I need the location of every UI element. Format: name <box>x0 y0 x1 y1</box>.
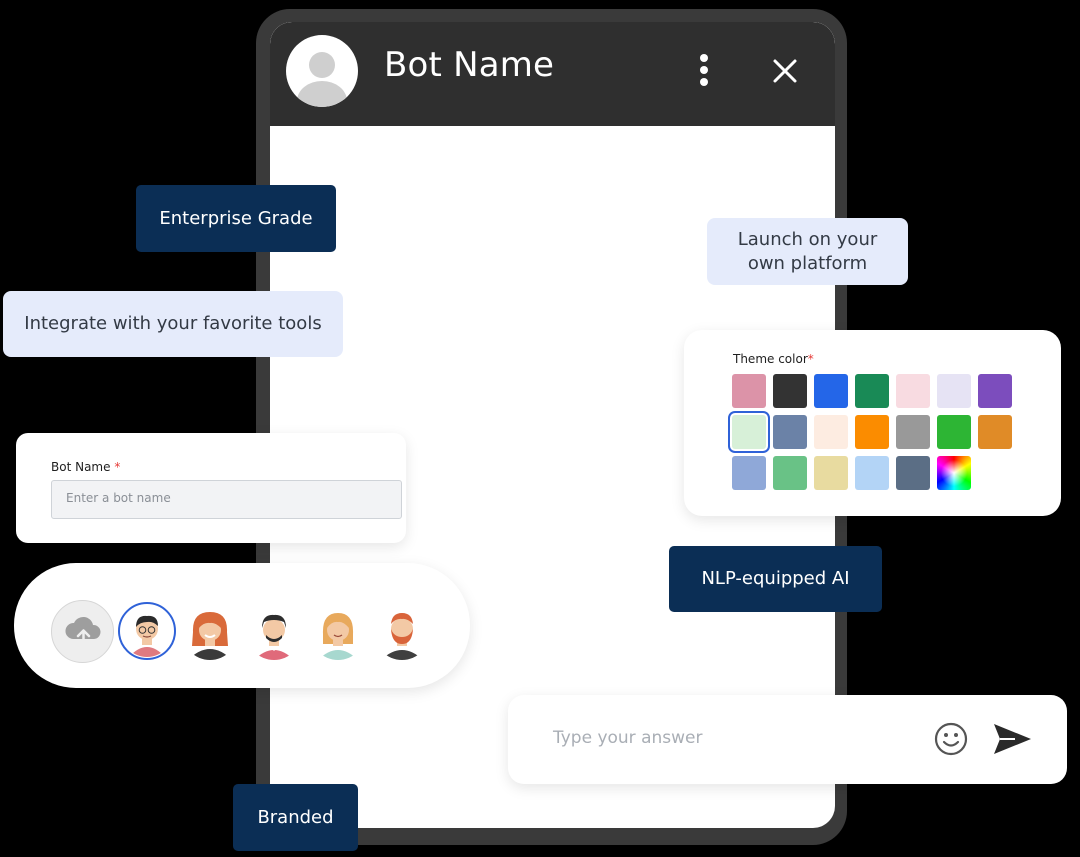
color-swatch[interactable] <box>855 374 889 408</box>
answer-input[interactable]: Type your answer <box>553 728 702 748</box>
color-swatch[interactable] <box>978 374 1012 408</box>
color-swatch[interactable] <box>773 415 807 449</box>
feature-chip-launch: Launch on your own platform <box>707 218 908 285</box>
color-swatch[interactable] <box>855 456 889 490</box>
bot-name-label-text: Bot Name <box>51 460 111 474</box>
send-icon[interactable] <box>991 721 1033 757</box>
color-swatch[interactable] <box>896 456 930 490</box>
avatar-woman-blonde-icon[interactable] <box>310 604 366 660</box>
feature-chip-integrate: Integrate with your favorite tools <box>3 291 343 357</box>
required-mark: * <box>114 460 121 474</box>
custom-color-swatch[interactable] <box>937 456 971 490</box>
color-swatch[interactable] <box>773 374 807 408</box>
color-swatch[interactable] <box>937 415 971 449</box>
theme-color-label: Theme color* <box>733 352 814 366</box>
feature-chip-nlp: NLP-equipped AI <box>669 546 882 612</box>
required-mark: * <box>807 352 814 366</box>
color-swatch[interactable] <box>855 415 889 449</box>
feature-chip-branded: Branded <box>233 784 358 851</box>
theme-color-card: Theme color* <box>684 330 1061 516</box>
bot-avatar-icon <box>286 35 358 107</box>
color-swatch[interactable] <box>732 456 766 490</box>
color-swatch[interactable] <box>896 415 930 449</box>
avatar-picker-card <box>14 563 470 688</box>
feature-chip-enterprise: Enterprise Grade <box>136 185 336 252</box>
color-swatch[interactable] <box>978 415 1012 449</box>
close-icon[interactable] <box>770 56 800 86</box>
theme-color-label-text: Theme color <box>733 352 808 366</box>
color-swatch[interactable] <box>814 456 848 490</box>
avatar-man-beard-icon[interactable] <box>374 604 430 660</box>
color-swatch[interactable] <box>896 374 930 408</box>
kebab-menu-icon[interactable] <box>692 52 716 88</box>
color-swatch[interactable] <box>732 415 766 449</box>
color-swatch[interactable] <box>773 456 807 490</box>
answer-input-bar: Type your answer <box>508 695 1067 784</box>
chat-header: Bot Name <box>270 22 835 126</box>
color-swatch[interactable] <box>937 374 971 408</box>
avatar-man-glasses-icon[interactable] <box>121 605 173 657</box>
cloud-upload-icon[interactable] <box>51 600 114 663</box>
color-swatch[interactable] <box>732 374 766 408</box>
emoji-icon[interactable] <box>934 722 968 756</box>
color-swatch[interactable] <box>814 415 848 449</box>
avatar-man-dark-hair-icon[interactable] <box>246 604 302 660</box>
bot-name-label: Bot Name * <box>51 460 120 474</box>
bot-name-input[interactable]: Enter a bot name <box>51 480 402 519</box>
bot-name-card: Bot Name * Enter a bot name <box>16 433 406 543</box>
avatar-woman-red-hair-icon[interactable] <box>182 604 238 660</box>
color-swatch[interactable] <box>814 374 848 408</box>
bot-name-title: Bot Name <box>384 45 555 85</box>
